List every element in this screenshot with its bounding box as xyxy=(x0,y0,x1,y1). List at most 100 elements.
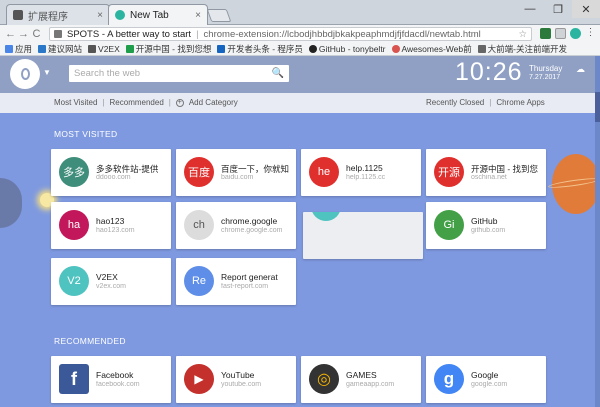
spots-logo[interactable] xyxy=(10,59,40,89)
chevron-down-icon[interactable]: ▼ xyxy=(43,68,51,77)
recommended-tile[interactable]: ◎ GAMES gameaapp.com xyxy=(301,356,421,403)
site-initial-icon: 多多 xyxy=(59,157,89,187)
minimize-button[interactable]: — xyxy=(516,0,544,18)
bookmark-item[interactable]: 建议网站 xyxy=(35,43,85,55)
separator: | xyxy=(196,28,199,40)
url-text: chrome-extension://lcbodjhbbdjbkakpeaphm… xyxy=(203,28,481,40)
menu-icon[interactable]: ⋮ xyxy=(585,28,596,39)
site-title: Facebook xyxy=(96,370,134,380)
bookmarks-bar: 应用 建议网站 V2EX 开源中国 - 找到您想 开发者头条 - 程序员 Git… xyxy=(0,42,600,56)
bookmark-apps[interactable]: 应用 xyxy=(0,43,35,55)
bookmark-label: 开源中国 - 找到您想 xyxy=(135,43,212,54)
site-domain: fast-report.com xyxy=(221,283,269,290)
date-text: 7.27.2017 xyxy=(529,74,561,81)
restore-button[interactable]: ❐ xyxy=(544,0,572,18)
new-tab-button[interactable] xyxy=(206,9,232,22)
nav-recommended[interactable]: Recommended xyxy=(110,98,164,107)
bookmark-label: 开发者头条 - 程序员 xyxy=(227,43,303,54)
site-tile[interactable]: 多多 多多软件站-提供 ddooo.com xyxy=(51,149,171,196)
site-domain: hao123.com xyxy=(96,227,135,234)
recommended-tile[interactable]: g Google google.com xyxy=(426,356,546,403)
site-title: GAMES xyxy=(346,370,377,380)
site-tile[interactable]: ch chrome.google chrome.google.com xyxy=(176,202,296,249)
tab-close-icon[interactable]: × xyxy=(195,10,201,21)
divider: | xyxy=(102,98,105,107)
close-window-button[interactable]: ✕ xyxy=(572,0,600,18)
site-tile[interactable]: Re Report generat fast-report.com xyxy=(176,258,296,305)
tab-extensions[interactable]: 扩展程序 × xyxy=(6,4,110,25)
site-title: V2EX xyxy=(96,272,118,282)
site-tile[interactable]: he help.1125 help.1125.cc xyxy=(301,149,421,196)
nav-chrome-apps[interactable]: Chrome Apps xyxy=(496,98,544,107)
nav-recently-closed[interactable]: Recently Closed xyxy=(426,98,484,107)
search-box[interactable]: 🔍 xyxy=(69,65,289,82)
site-domain: youtube.com xyxy=(221,381,262,388)
bookmark-item[interactable]: V2EX xyxy=(85,44,123,54)
recommended-tile[interactable]: ▶ YouTube youtube.com xyxy=(176,356,296,403)
dragged-site-tile[interactable] xyxy=(303,212,423,259)
site-tile[interactable]: V2 V2EX v2ex.com xyxy=(51,258,171,305)
page-icon xyxy=(391,44,400,53)
tab-title: 扩展程序 xyxy=(28,11,68,23)
bookmark-label: GitHub - tonybeltr xyxy=(318,43,386,54)
bookmark-item[interactable]: 开发者头条 - 程序员 xyxy=(214,43,306,55)
tab-close-icon[interactable]: × xyxy=(97,10,103,21)
add-category-button[interactable]: Add Category xyxy=(189,98,238,107)
category-nav: Most Visited | Recommended | + Add Categ… xyxy=(0,93,600,113)
site-domain: chrome.google.com xyxy=(221,227,283,234)
bookmark-star-icon[interactable]: ☆ xyxy=(518,29,527,40)
recommended-tile[interactable]: f Facebook facebook.com xyxy=(51,356,171,403)
site-title: help.1125 xyxy=(346,163,383,173)
page-icon xyxy=(88,44,97,53)
site-domain: google.com xyxy=(471,381,508,388)
add-icon[interactable]: + xyxy=(175,98,184,107)
site-domain: ddooo.com xyxy=(96,174,131,181)
bookmark-item[interactable]: Awesomes-Web前 xyxy=(389,43,475,55)
page-icon xyxy=(477,44,486,53)
planet-decoration xyxy=(0,178,22,228)
reload-button[interactable]: C xyxy=(30,28,43,40)
site-initial-icon: Re xyxy=(184,266,214,296)
forward-button[interactable]: → xyxy=(17,28,30,40)
github-icon xyxy=(308,44,317,53)
back-button[interactable]: ← xyxy=(4,28,17,40)
site-tile[interactable]: 百度 百度一下，你就知 baidu.com xyxy=(176,149,296,196)
site-initial-icon: 开源 xyxy=(434,157,464,187)
site-initial-icon: Gi xyxy=(434,210,464,240)
tab-strip: 扩展程序 × New Tab × — ❐ ✕ xyxy=(0,0,600,25)
tab-new-tab[interactable]: New Tab × xyxy=(108,4,208,25)
bookmark-item[interactable]: 开源中国 - 找到您想 xyxy=(123,43,215,55)
extension-icon[interactable] xyxy=(540,28,551,39)
extension-icon[interactable] xyxy=(570,28,581,39)
site-title: hao123 xyxy=(96,216,125,226)
scrollbar-thumb[interactable] xyxy=(595,92,600,122)
facebook-icon: f xyxy=(59,364,89,394)
bookmark-item[interactable]: GitHub - tonybeltr xyxy=(306,44,389,54)
date-display: Thursday 7.27.2017 xyxy=(529,64,562,82)
nav-most-visited[interactable]: Most Visited xyxy=(54,98,97,107)
extension-icon[interactable] xyxy=(555,28,566,39)
bookmark-label: 建议网站 xyxy=(48,43,83,54)
divider: | xyxy=(168,98,171,107)
youtube-icon: ▶ xyxy=(184,364,214,394)
bookmark-label: 应用 xyxy=(15,43,33,54)
header-bar: ▼ 🔍 10:26 Thursday 7.27.2017 ☁ xyxy=(0,56,600,93)
site-domain: gameaapp.com xyxy=(346,381,395,388)
site-domain: baidu.com xyxy=(221,174,254,181)
site-tile[interactable]: Gi GitHub github.com xyxy=(426,202,546,249)
puzzle-icon xyxy=(13,10,23,20)
site-tile[interactable]: ha hao123 hao123.com xyxy=(51,202,171,249)
tab-title: New Tab xyxy=(130,9,169,21)
site-title: GitHub xyxy=(471,216,498,226)
search-icon[interactable]: 🔍 xyxy=(272,68,284,79)
bookmark-item[interactable]: 大前端-关注前端开发 xyxy=(475,43,570,55)
address-bar[interactable]: SPOTS - A better way to start | chrome-e… xyxy=(49,27,532,41)
site-domain: help.1125.cc xyxy=(346,174,386,181)
site-title: Google xyxy=(471,370,499,380)
page-icon xyxy=(125,44,134,53)
search-input[interactable] xyxy=(74,68,272,79)
site-title: Report generat xyxy=(221,272,278,282)
site-tile[interactable]: 开源 开源中国 - 找到您 oschina.net xyxy=(426,149,546,196)
site-initial-icon: 百度 xyxy=(184,157,214,187)
extension-icons: ⋮ xyxy=(540,28,596,39)
